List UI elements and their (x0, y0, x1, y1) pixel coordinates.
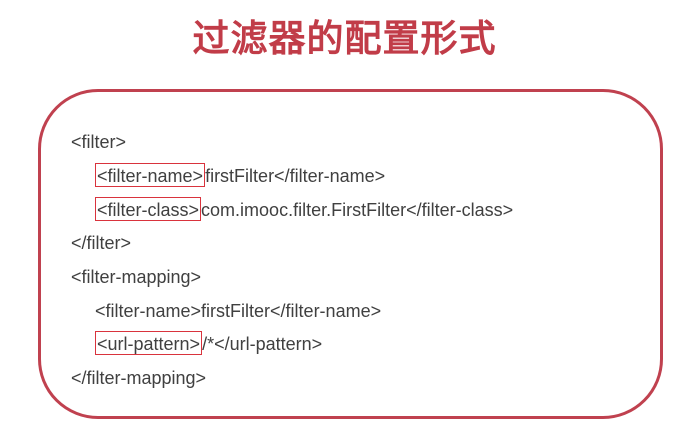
code-text: com.imooc.filter.FirstFilter</filter-cla… (201, 200, 514, 220)
highlighted-url-pattern-tag: <url-pattern> (95, 331, 203, 355)
code-text: firstFilter</filter-name> (205, 166, 386, 186)
code-line-filter-close: </filter> (71, 233, 132, 253)
code-text: /*</url-pattern> (202, 334, 323, 354)
page-title: 过滤器的配置形式 (192, 17, 497, 60)
code-line-filter-open: <filter> (71, 132, 127, 152)
code-line-filter-mapping-close: </filter-mapping> (71, 368, 207, 388)
code-line-filter-mapping-open: <filter-mapping> (71, 267, 202, 287)
code-line-filter-name: <filter-name> firstFilter</filter-name> (95, 161, 385, 191)
code-line-filter-class: <filter-class> com.imooc.filter.FirstFilt… (95, 195, 513, 225)
code-line-url-pattern: <url-pattern>/*</url-pattern> (95, 329, 322, 359)
highlighted-filter-class-tag: <filter-class> (95, 197, 202, 221)
code-line-mapping-filter-name: <filter-name>firstFilter</filter-name> (95, 301, 382, 321)
highlighted-filter-name-tag: <filter-name> (95, 163, 206, 187)
